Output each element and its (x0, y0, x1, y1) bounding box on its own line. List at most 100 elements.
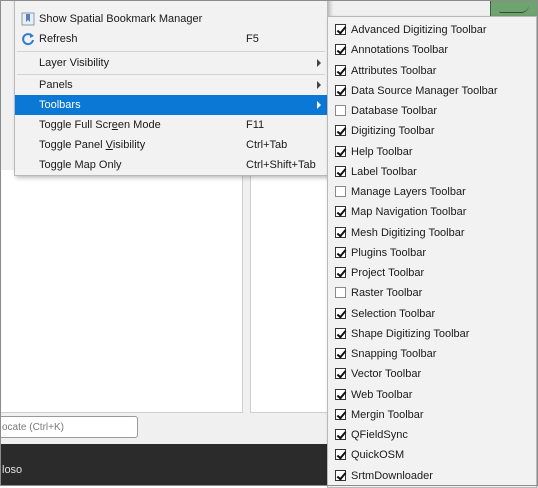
checkmark-icon (336, 85, 347, 96)
toolbar-label: Help Toolbar (351, 145, 413, 158)
submenu-arrow-icon (317, 59, 321, 67)
locator-input[interactable] (0, 417, 132, 437)
checkbox[interactable] (335, 84, 347, 96)
menu-item-label: Toggle Panel Visibility (39, 139, 146, 151)
menu-item-label: Toggle Map Only (39, 159, 122, 171)
toolbar-label: Database Toolbar (351, 105, 438, 117)
checkmark-icon (336, 388, 347, 400)
toolbars-submenu: Advanced Digitizing Toolbar Annotations T… (327, 16, 537, 488)
toolbar-toggle-item[interactable]: Plugins Toolbar (328, 243, 536, 263)
toolbar-label: Web Toolbar (351, 388, 413, 401)
checkmark-icon (336, 368, 347, 379)
toolbar-toggle-item[interactable]: Raster Toolbar (328, 283, 536, 303)
menu-item-spatial-bookmark-manager[interactable]: Show Spatial Bookmark Manager (15, 9, 327, 29)
locator-bar[interactable] (0, 416, 138, 438)
toolbar-toggle-item[interactable]: Label Toolbar (328, 162, 536, 182)
status-text: loso (2, 464, 23, 476)
checkbox[interactable] (335, 24, 347, 35)
toolbar-toggle-item[interactable]: Advanced Digitizing Toolbar (328, 20, 536, 40)
menu-item-label: Refresh (39, 33, 78, 45)
menu-item-shortcut: F11 (246, 119, 265, 131)
checkbox[interactable] (335, 165, 347, 177)
toolbar-toggle-item[interactable]: Project Toolbar (328, 263, 536, 283)
checkbox[interactable] (335, 408, 347, 420)
submenu-arrow-icon (317, 81, 321, 89)
toolbar-toggle-item[interactable]: QuickOSM (328, 445, 536, 465)
toolbar-toggle-item[interactable]: Digitizing Toolbar (328, 121, 536, 141)
toolbar-toggle-item[interactable]: Shape Digitizing Toolbar (328, 324, 536, 344)
checkbox[interactable] (335, 469, 347, 481)
checkbox[interactable] (335, 429, 347, 440)
toolbar-toggle-item[interactable]: Mergin Toolbar (328, 405, 536, 425)
right-panel (250, 170, 331, 413)
menu-item-label: Show Spatial Bookmark Manager (39, 13, 203, 25)
toolbar-label: Shape Digitizing Toolbar (351, 327, 470, 340)
toolbar-toggle-item[interactable]: Vector Toolbar (328, 364, 536, 384)
checkmark-icon (336, 247, 347, 258)
menu-item-toolbars[interactable]: Toolbars (15, 95, 327, 115)
checkmark-icon (336, 328, 347, 339)
toolbar-toggle-item[interactable]: Mesh Digitizing Toolbar (328, 223, 536, 243)
checkbox[interactable] (335, 267, 347, 278)
toolbar-toggle-item[interactable]: QFieldSync (328, 425, 536, 445)
toolbar-label: Label Toolbar (351, 165, 417, 178)
checkbox[interactable] (335, 226, 347, 238)
toolbar-label: QFieldSync (351, 429, 408, 441)
menu-item-refresh[interactable]: Refresh F5 (15, 29, 327, 49)
toolbar-toggle-item[interactable]: Manage Layers Toolbar (328, 182, 536, 202)
toolbar-toggle-item[interactable]: Map Navigation Toolbar (328, 202, 536, 222)
toolbar-label: Vector Toolbar (351, 368, 422, 381)
checkmark-icon (336, 267, 347, 278)
checkbox[interactable] (335, 307, 347, 319)
checkbox[interactable] (335, 105, 346, 116)
checkbox[interactable] (335, 327, 347, 339)
toolbar-label: SrtmDownloader (351, 469, 433, 482)
toolbar-toggle-item[interactable]: Web Toolbar (328, 385, 536, 405)
toolbar-toggle-item[interactable]: Help Toolbar (328, 142, 536, 162)
checkbox[interactable] (335, 64, 347, 76)
menu-item-shortcut: F5 (246, 33, 259, 45)
bookmark-icon (21, 12, 35, 26)
menu-item-label: Toggle Full Screen Mode (39, 119, 161, 131)
toolbar-toggle-item[interactable]: Snapping Toolbar (328, 344, 536, 364)
toolbar-label: Annotations Toolbar (351, 44, 449, 57)
checkbox[interactable] (335, 125, 347, 137)
toolbar-label: Manage Layers Toolbar (351, 186, 466, 198)
checkmark-icon (336, 429, 347, 440)
menu-item-label: Toolbars (39, 99, 81, 111)
menu-item-panels[interactable]: Panels (15, 75, 327, 95)
menu-item-toggle-full-screen[interactable]: Toggle Full Screen Mode F11 (15, 115, 327, 135)
menu-item-shortcut: Ctrl+Shift+Tab (246, 159, 316, 171)
toolbar-label: Selection Toolbar (351, 307, 436, 320)
toolbar-label: Plugins Toolbar (351, 246, 427, 259)
toolbar-toggle-item[interactable]: Attributes Toolbar (328, 61, 536, 81)
checkbox[interactable] (335, 206, 347, 218)
checkbox[interactable] (335, 449, 347, 461)
checkbox[interactable] (335, 186, 346, 197)
checkbox[interactable] (335, 145, 347, 157)
checkbox[interactable] (335, 287, 346, 299)
checkbox[interactable] (335, 246, 347, 258)
toolbar-toggle-item[interactable]: Database Toolbar (328, 101, 536, 121)
toolbar-toggle-item[interactable]: Data Source Manager Toolbar (328, 81, 536, 101)
checkmark-icon (336, 409, 347, 420)
checkbox[interactable] (335, 44, 347, 56)
checkmark-icon (336, 469, 347, 481)
toolbar-toggle-item[interactable]: SrtmDownloader (328, 466, 536, 486)
checkmark-icon (336, 449, 347, 460)
checkmark-icon (336, 24, 347, 35)
submenu-arrow-icon (317, 101, 321, 109)
checkbox[interactable] (335, 388, 347, 400)
checkmark-icon (336, 348, 347, 359)
checkmark-icon (336, 44, 347, 55)
menu-item-toggle-panel-visibility[interactable]: Toggle Panel Visibility Ctrl+Tab (15, 135, 327, 155)
menu-item-shortcut: Ctrl+Tab (246, 139, 288, 151)
toolbar-toggle-item[interactable]: Selection Toolbar (328, 304, 536, 324)
menu-item-layer-visibility[interactable]: Layer Visibility (15, 53, 327, 73)
toolbar-label: Attributes Toolbar (351, 64, 437, 77)
checkbox[interactable] (335, 348, 347, 359)
toolbar-toggle-item[interactable]: Annotations Toolbar (328, 40, 536, 60)
checkbox[interactable] (335, 368, 347, 380)
toolbar-label: Project Toolbar (351, 267, 425, 279)
menu-item-toggle-map-only[interactable]: Toggle Map Only Ctrl+Shift+Tab (15, 155, 327, 175)
